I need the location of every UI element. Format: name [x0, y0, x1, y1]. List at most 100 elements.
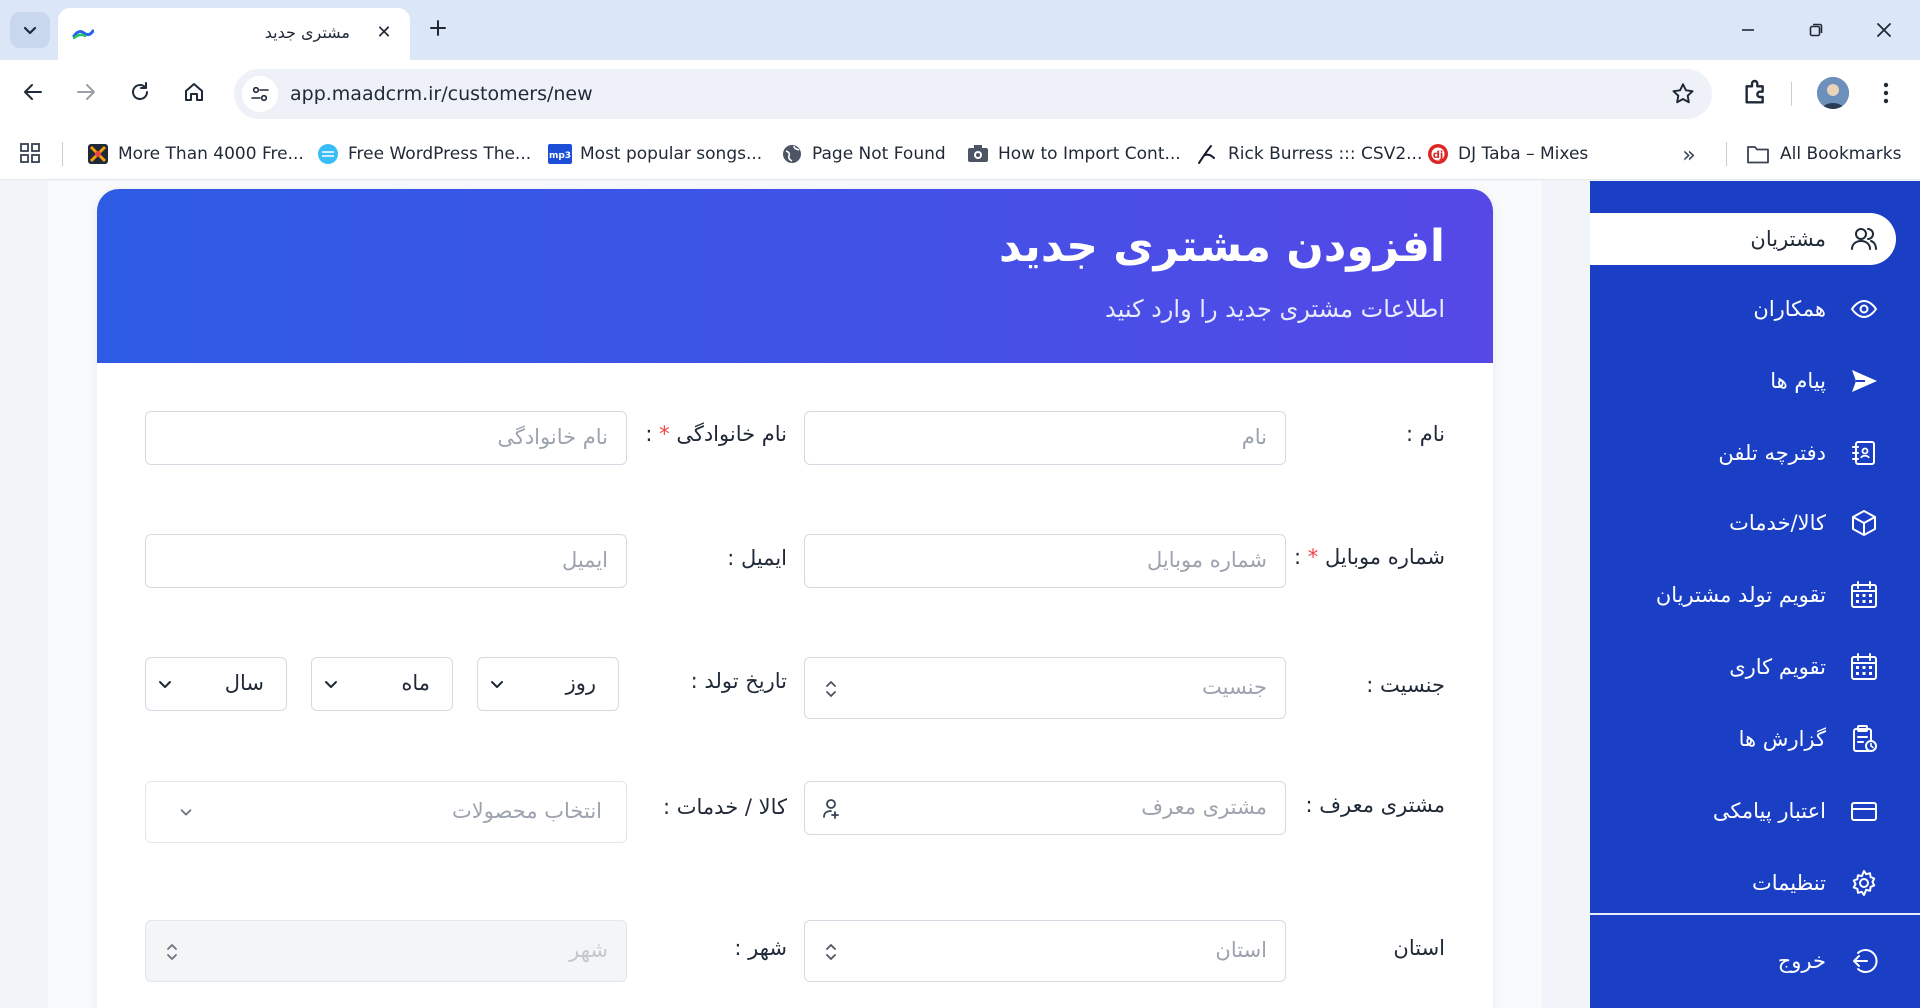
globe-icon	[780, 142, 804, 166]
apps-grid-icon[interactable]	[18, 141, 42, 165]
sidebar-divider	[1590, 913, 1920, 915]
toolbar-divider	[1791, 82, 1792, 106]
all-bookmarks-button[interactable]: All Bookmarks	[1746, 140, 1901, 168]
back-icon[interactable]	[15, 74, 51, 110]
sidebar-item-work-calendar[interactable]: تقویم کاری	[1590, 641, 1896, 693]
mobile-input[interactable]: شماره موبایل	[804, 534, 1286, 588]
email-label: ایمیل :	[727, 546, 787, 570]
url-text[interactable]: app.maadcrm.ir/customers/new	[290, 83, 593, 105]
page-title: افزودن مشتری جدید	[998, 221, 1445, 272]
bookmark-item[interactable]: More Than 4000 Fre...	[86, 140, 304, 168]
card-header: افزودن مشتری جدید اطلاعات مشتری جدید را …	[97, 189, 1493, 363]
referrer-label: مشتری معرف :	[1305, 793, 1445, 817]
referrer-placeholder: مشتری معرف	[1141, 795, 1267, 819]
camera-icon	[966, 142, 990, 166]
products-multiselect[interactable]: انتخاب محصولات	[145, 781, 627, 843]
sidebar-item-label: پیام ها	[1770, 369, 1826, 393]
home-icon[interactable]	[176, 74, 212, 110]
reload-icon[interactable]	[122, 74, 158, 110]
birth-month-select[interactable]: ماه	[311, 657, 453, 711]
app-page: افزودن مشتری جدید اطلاعات مشتری جدید را …	[0, 181, 1920, 1008]
sidebar-item-sms-credit[interactable]: اعتبار پیامکی	[1590, 785, 1896, 837]
sidebar-item-label: مشتریان	[1750, 227, 1826, 251]
referrer-input[interactable]: مشتری معرف	[804, 781, 1286, 835]
close-tab-icon[interactable]: ✕	[374, 22, 394, 43]
updown-chevron-icon	[167, 944, 177, 960]
browser-menu-icon[interactable]	[1876, 78, 1896, 108]
forward-icon[interactable]	[68, 74, 104, 110]
products-placeholder: انتخاب محصولات	[451, 799, 602, 823]
birth-year-select[interactable]: سال	[145, 657, 287, 711]
dj-icon: dj	[1426, 142, 1450, 166]
browser-tab[interactable]: مشتری جدید ✕	[58, 8, 410, 60]
restore-icon[interactable]	[1800, 14, 1832, 46]
profile-avatar[interactable]	[1817, 77, 1849, 109]
bookmarks-divider	[62, 142, 63, 166]
site-favicon-icon	[72, 29, 94, 40]
more-bookmarks-icon[interactable]: »	[1676, 142, 1702, 168]
first-name-input[interactable]: نام	[804, 411, 1286, 465]
logout-label: خروج	[1777, 949, 1826, 973]
new-tab-icon[interactable]	[426, 16, 450, 40]
address-bar[interactable]: app.maadcrm.ir/customers/new	[234, 69, 1712, 119]
bookmarks-divider	[1726, 142, 1727, 166]
globe-blue-icon	[316, 142, 340, 166]
sidebar-item-colleagues[interactable]: همکاران	[1590, 283, 1896, 335]
sidebar-item-label: کالا/خدمات	[1729, 511, 1826, 535]
chevron-down-icon	[325, 681, 337, 688]
city-select[interactable]: شهر	[145, 920, 627, 982]
extensions-puzzle-icon[interactable]	[1740, 77, 1772, 109]
province-label: استان	[1393, 936, 1445, 960]
minimize-icon[interactable]	[1732, 14, 1764, 46]
bookmark-item[interactable]: Rick Burress ::: CSV2...	[1196, 140, 1422, 168]
calendar-icon	[1848, 579, 1880, 611]
sidebar-item-birthday-calendar[interactable]: تقویم تولد مشتریان	[1590, 569, 1896, 621]
svg-text:mp3: mp3	[549, 151, 571, 161]
last-name-input[interactable]: نام خانوادگی	[145, 411, 627, 465]
bookmark-item[interactable]: Page Not Found	[780, 140, 946, 168]
eye-icon	[1848, 293, 1880, 325]
chevron-down-icon	[23, 26, 37, 35]
sidebar-item-label: تنظیمات	[1751, 871, 1826, 895]
province-select[interactable]: استان	[804, 920, 1286, 982]
sidebar-item-products[interactable]: کالا/خدمات	[1590, 497, 1896, 549]
tab-strip: مشتری جدید ✕	[0, 0, 1920, 60]
bookmark-label: DJ Taba – Mixes	[1458, 144, 1589, 164]
mobile-label: شماره موبایل * :	[1294, 545, 1445, 569]
gender-select[interactable]: جنسیت	[804, 657, 1286, 719]
address-book-icon	[1848, 437, 1880, 469]
sidebar-item-settings[interactable]: تنظیمات	[1590, 857, 1896, 909]
bookmark-item[interactable]: mp3 Most popular songs...	[548, 140, 762, 168]
sidebar-item-customers[interactable]: مشتریان	[1590, 213, 1896, 265]
updown-chevron-icon	[826, 681, 836, 697]
gear-icon	[1848, 867, 1880, 899]
bookmark-item[interactable]: How to Import Cont...	[966, 140, 1181, 168]
province-placeholder: استان	[1215, 938, 1267, 962]
sidebar-item-label: گزارش ها	[1738, 727, 1826, 751]
city-label: شهر :	[734, 936, 787, 960]
birth-day-value: روز	[565, 671, 596, 695]
sidebar-item-messages[interactable]: پیام ها	[1590, 355, 1896, 407]
bookmark-label: Page Not Found	[812, 144, 946, 164]
chevron-down-icon	[159, 681, 171, 688]
logout-button[interactable]: خروج	[1590, 935, 1896, 987]
pen-icon	[1196, 142, 1220, 166]
close-window-icon[interactable]	[1868, 14, 1900, 46]
birth-day-select[interactable]: روز	[477, 657, 619, 711]
last-name-label: نام خانوادگی * :	[645, 422, 787, 446]
colorful-puzzle-icon	[86, 142, 110, 166]
email-input[interactable]: ایمیل	[145, 534, 627, 588]
tab-search-button[interactable]	[10, 12, 50, 48]
sidebar-item-reports[interactable]: گزارش ها	[1590, 713, 1896, 765]
bookmark-label: How to Import Cont...	[998, 144, 1181, 164]
gender-label: جنسیت :	[1366, 673, 1445, 697]
bookmark-item[interactable]: Free WordPress The...	[316, 140, 531, 168]
site-settings-icon[interactable]	[242, 76, 278, 112]
bookmark-label: More Than 4000 Fre...	[118, 144, 304, 164]
users-icon	[1848, 223, 1880, 255]
send-icon	[1848, 365, 1880, 397]
sidebar-item-phonebook[interactable]: دفترچه تلفن	[1590, 427, 1896, 479]
bookmark-item[interactable]: dj DJ Taba – Mixes	[1426, 140, 1588, 168]
first-name-label: نام :	[1406, 422, 1445, 446]
bookmark-star-icon[interactable]	[1670, 81, 1696, 107]
